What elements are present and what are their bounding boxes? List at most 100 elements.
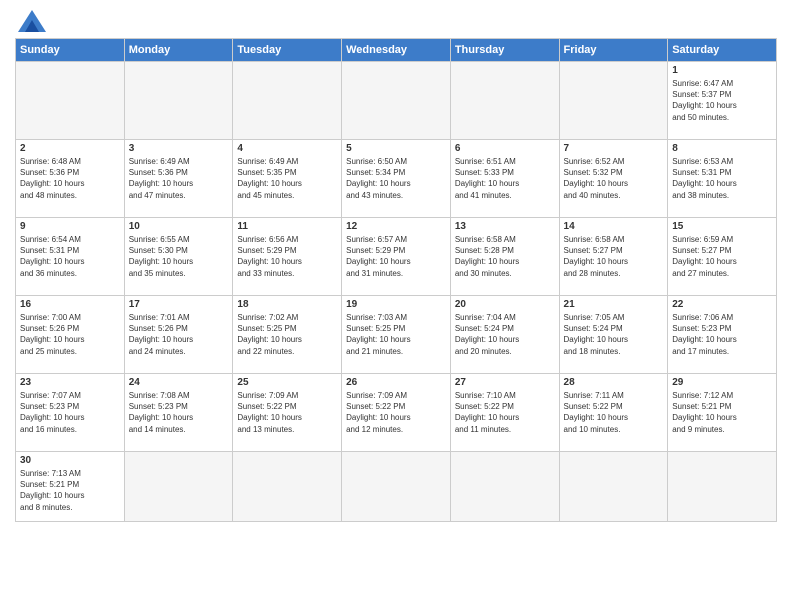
day-number: 14 bbox=[564, 221, 664, 232]
calendar-cell: 11 Sunrise: 6:56 AM Sunset: 5:29 PM Dayli… bbox=[233, 218, 342, 296]
calendar-cell: 13Sunrise: 6:58 AM Sunset: 5:28 PM Dayli… bbox=[450, 218, 559, 296]
day-number: 24 bbox=[129, 377, 229, 388]
calendar-cell: 2Sunrise: 6:48 AM Sunset: 5:36 PM Daylig… bbox=[16, 140, 125, 218]
calendar-cell: 17 Sunrise: 7:01 AM Sunset: 5:26 PM Dayli… bbox=[124, 296, 233, 374]
calendar-cell: 27Sunrise: 7:10 AM Sunset: 5:22 PM Dayli… bbox=[450, 374, 559, 452]
calendar-cell bbox=[450, 62, 559, 140]
day-number: 12 bbox=[346, 221, 446, 232]
day-number: 19 bbox=[346, 299, 446, 310]
day-number: 30 bbox=[20, 455, 120, 466]
calendar-cell: 14 Sunrise: 6:58 AM Sunset: 5:27 PM Dayli… bbox=[559, 218, 668, 296]
day-number: 20 bbox=[455, 299, 555, 310]
day-number: 4 bbox=[237, 143, 337, 154]
day-number: 18 bbox=[237, 299, 337, 310]
weekday-header-saturday: Saturday bbox=[668, 39, 777, 62]
day-number: 28 bbox=[564, 377, 664, 388]
calendar-cell bbox=[559, 452, 668, 522]
day-number: 9 bbox=[20, 221, 120, 232]
day-number: 8 bbox=[672, 143, 772, 154]
day-number: 13 bbox=[455, 221, 555, 232]
calendar-cell bbox=[16, 62, 125, 140]
day-info: Sunrise: 7:06 AM Sunset: 5:23 PM Dayligh… bbox=[672, 312, 772, 357]
calendar-cell: 19 Sunrise: 7:03 AM Sunset: 5:25 PM Dayli… bbox=[342, 296, 451, 374]
calendar-cell: 15Sunrise: 6:59 AM Sunset: 5:27 PM Dayli… bbox=[668, 218, 777, 296]
day-info: Sunrise: 6:54 AM Sunset: 5:31 PM Dayligh… bbox=[20, 234, 120, 279]
day-number: 16 bbox=[20, 299, 120, 310]
calendar-cell: 22Sunrise: 7:06 AM Sunset: 5:23 PM Dayli… bbox=[668, 296, 777, 374]
calendar-cell: 1Sunrise: 6:47 AM Sunset: 5:37 PM Daylig… bbox=[668, 62, 777, 140]
day-info: Sunrise: 6:53 AM Sunset: 5:31 PM Dayligh… bbox=[672, 156, 772, 201]
logo bbox=[15, 10, 46, 32]
day-info: Sunrise: 7:12 AM Sunset: 5:21 PM Dayligh… bbox=[672, 390, 772, 435]
day-info: Sunrise: 6:48 AM Sunset: 5:36 PM Dayligh… bbox=[20, 156, 120, 201]
calendar-week-5: 23 Sunrise: 7:07 AM Sunset: 5:23 PM Dayli… bbox=[16, 374, 777, 452]
weekday-header-monday: Monday bbox=[124, 39, 233, 62]
calendar-cell: 5Sunrise: 6:50 AM Sunset: 5:34 PM Daylig… bbox=[342, 140, 451, 218]
weekday-header-wednesday: Wednesday bbox=[342, 39, 451, 62]
calendar-table: SundayMondayTuesdayWednesdayThursdayFrid… bbox=[15, 38, 777, 522]
calendar-cell: 16 Sunrise: 7:00 AM Sunset: 5:26 PM Dayli… bbox=[16, 296, 125, 374]
day-number: 26 bbox=[346, 377, 446, 388]
calendar-cell: 6 Sunrise: 6:51 AM Sunset: 5:33 PM Daylig… bbox=[450, 140, 559, 218]
calendar-week-4: 16 Sunrise: 7:00 AM Sunset: 5:26 PM Dayli… bbox=[16, 296, 777, 374]
day-info: Sunrise: 7:09 AM Sunset: 5:22 PM Dayligh… bbox=[237, 390, 337, 435]
day-number: 17 bbox=[129, 299, 229, 310]
calendar-cell: 20Sunrise: 7:04 AM Sunset: 5:24 PM Dayli… bbox=[450, 296, 559, 374]
day-number: 15 bbox=[672, 221, 772, 232]
calendar-cell: 25 Sunrise: 7:09 AM Sunset: 5:22 PM Dayli… bbox=[233, 374, 342, 452]
calendar-cell: 10 Sunrise: 6:55 AM Sunset: 5:30 PM Dayli… bbox=[124, 218, 233, 296]
calendar-cell: 29 Sunrise: 7:12 AM Sunset: 5:21 PM Dayli… bbox=[668, 374, 777, 452]
day-number: 25 bbox=[237, 377, 337, 388]
day-info: Sunrise: 7:08 AM Sunset: 5:23 PM Dayligh… bbox=[129, 390, 229, 435]
day-info: Sunrise: 6:57 AM Sunset: 5:29 PM Dayligh… bbox=[346, 234, 446, 279]
calendar-cell bbox=[668, 452, 777, 522]
day-info: Sunrise: 7:00 AM Sunset: 5:26 PM Dayligh… bbox=[20, 312, 120, 357]
calendar-cell bbox=[124, 452, 233, 522]
calendar-week-6: 30 Sunrise: 7:13 AM Sunset: 5:21 PM Dayli… bbox=[16, 452, 777, 522]
day-info: Sunrise: 6:51 AM Sunset: 5:33 PM Dayligh… bbox=[455, 156, 555, 201]
calendar-week-3: 9 Sunrise: 6:54 AM Sunset: 5:31 PM Daylig… bbox=[16, 218, 777, 296]
header bbox=[15, 10, 777, 32]
day-info: Sunrise: 6:55 AM Sunset: 5:30 PM Dayligh… bbox=[129, 234, 229, 279]
day-number: 29 bbox=[672, 377, 772, 388]
day-info: Sunrise: 7:13 AM Sunset: 5:21 PM Dayligh… bbox=[20, 468, 120, 513]
day-info: Sunrise: 7:10 AM Sunset: 5:22 PM Dayligh… bbox=[455, 390, 555, 435]
calendar-cell bbox=[450, 452, 559, 522]
day-info: Sunrise: 6:49 AM Sunset: 5:36 PM Dayligh… bbox=[129, 156, 229, 201]
day-info: Sunrise: 7:07 AM Sunset: 5:23 PM Dayligh… bbox=[20, 390, 120, 435]
calendar-cell: 4Sunrise: 6:49 AM Sunset: 5:35 PM Daylig… bbox=[233, 140, 342, 218]
day-info: Sunrise: 7:05 AM Sunset: 5:24 PM Dayligh… bbox=[564, 312, 664, 357]
weekday-header-friday: Friday bbox=[559, 39, 668, 62]
calendar-cell bbox=[342, 62, 451, 140]
calendar-cell: 28 Sunrise: 7:11 AM Sunset: 5:22 PM Dayli… bbox=[559, 374, 668, 452]
calendar-cell: 30 Sunrise: 7:13 AM Sunset: 5:21 PM Dayli… bbox=[16, 452, 125, 522]
day-info: Sunrise: 7:09 AM Sunset: 5:22 PM Dayligh… bbox=[346, 390, 446, 435]
weekday-header-tuesday: Tuesday bbox=[233, 39, 342, 62]
calendar-cell: 12 Sunrise: 6:57 AM Sunset: 5:29 PM Dayli… bbox=[342, 218, 451, 296]
day-info: Sunrise: 6:58 AM Sunset: 5:27 PM Dayligh… bbox=[564, 234, 664, 279]
day-info: Sunrise: 6:47 AM Sunset: 5:37 PM Dayligh… bbox=[672, 78, 772, 123]
day-number: 11 bbox=[237, 221, 337, 232]
day-number: 7 bbox=[564, 143, 664, 154]
day-number: 23 bbox=[20, 377, 120, 388]
day-info: Sunrise: 6:56 AM Sunset: 5:29 PM Dayligh… bbox=[237, 234, 337, 279]
calendar-cell bbox=[124, 62, 233, 140]
calendar-cell: 21Sunrise: 7:05 AM Sunset: 5:24 PM Dayli… bbox=[559, 296, 668, 374]
calendar-cell: 7 Sunrise: 6:52 AM Sunset: 5:32 PM Daylig… bbox=[559, 140, 668, 218]
calendar-cell: 24 Sunrise: 7:08 AM Sunset: 5:23 PM Dayli… bbox=[124, 374, 233, 452]
calendar-cell: 9 Sunrise: 6:54 AM Sunset: 5:31 PM Daylig… bbox=[16, 218, 125, 296]
day-number: 6 bbox=[455, 143, 555, 154]
calendar-cell bbox=[233, 452, 342, 522]
weekday-header-sunday: Sunday bbox=[16, 39, 125, 62]
day-info: Sunrise: 7:11 AM Sunset: 5:22 PM Dayligh… bbox=[564, 390, 664, 435]
day-info: Sunrise: 6:50 AM Sunset: 5:34 PM Dayligh… bbox=[346, 156, 446, 201]
calendar-cell: 3Sunrise: 6:49 AM Sunset: 5:36 PM Daylig… bbox=[124, 140, 233, 218]
calendar-cell: 8 Sunrise: 6:53 AM Sunset: 5:31 PM Daylig… bbox=[668, 140, 777, 218]
day-info: Sunrise: 7:03 AM Sunset: 5:25 PM Dayligh… bbox=[346, 312, 446, 357]
page: SundayMondayTuesdayWednesdayThursdayFrid… bbox=[0, 0, 792, 612]
day-info: Sunrise: 7:01 AM Sunset: 5:26 PM Dayligh… bbox=[129, 312, 229, 357]
day-number: 10 bbox=[129, 221, 229, 232]
calendar-cell bbox=[342, 452, 451, 522]
day-info: Sunrise: 7:02 AM Sunset: 5:25 PM Dayligh… bbox=[237, 312, 337, 357]
day-info: Sunrise: 6:52 AM Sunset: 5:32 PM Dayligh… bbox=[564, 156, 664, 201]
